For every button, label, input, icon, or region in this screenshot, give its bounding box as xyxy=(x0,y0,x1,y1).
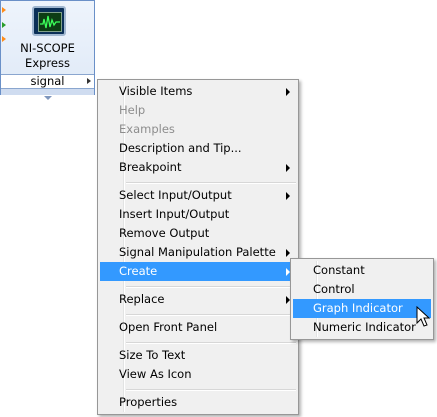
menu-item-label: Description and Tip... xyxy=(119,141,242,155)
menu-item-label: View As Icon xyxy=(119,367,192,381)
menu-item-graph-indicator[interactable]: Graph Indicator xyxy=(293,299,431,318)
input-terminal-icon xyxy=(2,22,6,28)
expand-handle[interactable] xyxy=(1,89,94,100)
menu-separator xyxy=(126,389,296,391)
menu-item-label: Numeric Indicator xyxy=(313,320,416,334)
menu-item-label: Constant xyxy=(313,263,365,277)
submenu-arrow-icon xyxy=(286,192,290,200)
menu-item-create[interactable]: Create xyxy=(100,262,296,281)
menu-item-label: Insert Input/Output xyxy=(119,207,230,221)
mouse-pointer-icon xyxy=(416,306,431,327)
menu-item-signal-manipulation-palette[interactable]: Signal Manipulation Palette xyxy=(100,243,296,262)
menu-item-replace[interactable]: Replace xyxy=(100,290,296,309)
submenu-arrow-icon xyxy=(286,164,290,172)
oscilloscope-icon xyxy=(32,6,66,36)
menu-separator xyxy=(126,182,296,184)
menu-item-remove-output[interactable]: Remove Output xyxy=(100,224,296,243)
menu-item-select-input-output[interactable]: Select Input/Output xyxy=(100,186,296,205)
menu-item-help[interactable]: Help xyxy=(100,101,296,120)
menu-item-description-and-tip[interactable]: Description and Tip... xyxy=(100,139,296,158)
menu-item-label: Visible Items xyxy=(119,84,193,98)
submenu-arrow-icon xyxy=(286,249,290,257)
menu-item-view-as-icon[interactable]: View As Icon xyxy=(100,365,296,384)
menu-separator xyxy=(126,286,296,288)
menu-item-label: Breakpoint xyxy=(119,160,182,174)
menu-item-label: Select Input/Output xyxy=(119,188,232,202)
menu-separator xyxy=(126,342,296,344)
menu-item-numeric-indicator[interactable]: Numeric Indicator xyxy=(293,318,431,337)
menu-item-label: Control xyxy=(313,282,355,296)
submenu-arrow-icon xyxy=(286,88,290,96)
node-title-line2: Express xyxy=(25,56,70,70)
menu-item-label: Open Front Panel xyxy=(119,320,218,334)
menu-item-label: Signal Manipulation Palette xyxy=(119,245,276,259)
menu-item-properties[interactable]: Properties xyxy=(100,393,296,412)
menu-item-label: Create xyxy=(119,264,158,278)
ni-scope-express-node[interactable]: NI-SCOPE Express signal xyxy=(0,0,95,100)
menu-item-breakpoint[interactable]: Breakpoint xyxy=(100,158,296,177)
node-title-line1: NI-SCOPE xyxy=(20,41,75,55)
menu-item-label: Remove Output xyxy=(119,226,210,240)
terminal-label: signal xyxy=(30,74,65,88)
input-terminal-icon xyxy=(2,7,6,13)
menu-item-open-front-panel[interactable]: Open Front Panel xyxy=(100,318,296,337)
menu-separator xyxy=(126,314,296,316)
menu-item-size-to-text[interactable]: Size To Text xyxy=(100,346,296,365)
output-arrow-icon xyxy=(87,78,91,84)
menu-item-visible-items[interactable]: Visible Items xyxy=(100,82,296,101)
menu-item-control[interactable]: Control xyxy=(293,280,431,299)
chevron-down-icon xyxy=(43,96,52,100)
menu-item-label: Replace xyxy=(119,292,165,306)
signal-output-terminal[interactable]: signal xyxy=(1,74,94,89)
menu-item-label: Size To Text xyxy=(119,348,186,362)
menu-item-label: Examples xyxy=(119,122,175,136)
menu-item-label: Help xyxy=(119,103,146,117)
context-menu: Visible Items Help Examples Description … xyxy=(97,79,299,415)
menu-item-insert-input-output[interactable]: Insert Input/Output xyxy=(100,205,296,224)
menu-item-label: Properties xyxy=(119,395,178,409)
create-submenu: Constant Control Graph Indicator Numeric… xyxy=(290,258,434,340)
menu-item-constant[interactable]: Constant xyxy=(293,261,431,280)
menu-item-examples[interactable]: Examples xyxy=(100,120,296,139)
menu-item-label: Graph Indicator xyxy=(313,301,403,315)
